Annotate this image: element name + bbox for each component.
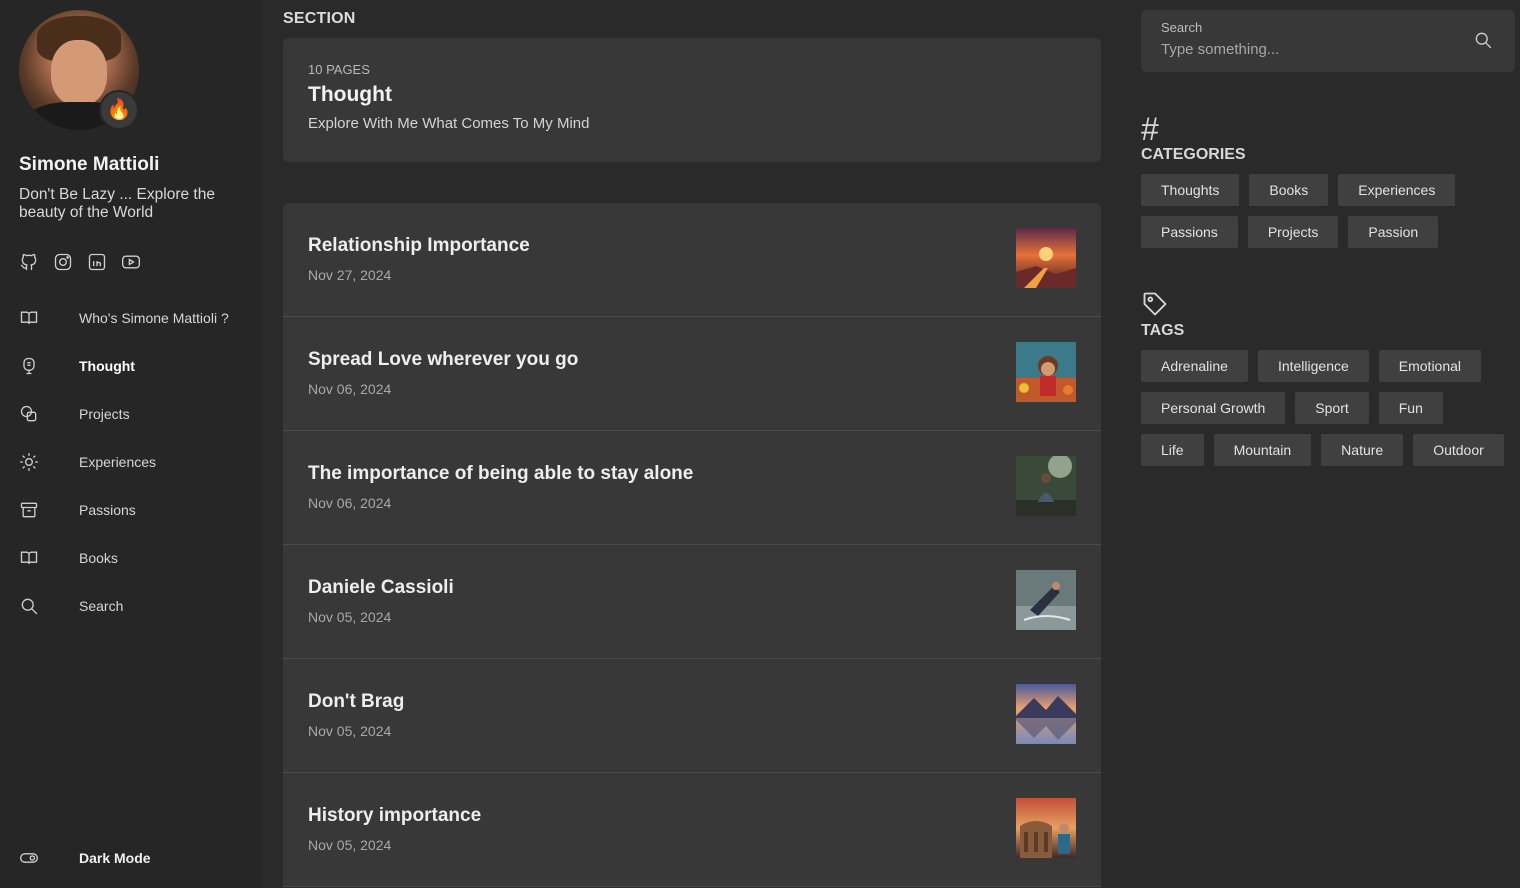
post-thumbnail[interactable]	[1016, 684, 1076, 744]
main-content: SECTION 10 PAGES Thought Explore With Me…	[283, 0, 1101, 888]
avatar-container: 🔥	[19, 10, 141, 132]
post-thumbnail[interactable]	[1016, 798, 1076, 858]
archive-icon	[19, 500, 39, 520]
right-panel: Search # CATEGORIES Thoughts Books Exper…	[1141, 10, 1515, 466]
post-date: Nov 05, 2024	[308, 723, 392, 739]
toggle-icon	[19, 848, 39, 868]
post-item[interactable]: The importance of being able to stay alo…	[283, 431, 1101, 545]
nav-item-label: Books	[79, 550, 118, 566]
tag-chip[interactable]: Nature	[1321, 434, 1404, 466]
categories-list: Thoughts Books Experiences Passions Proj…	[1141, 174, 1515, 248]
post-item[interactable]: Spread Love wherever you go Nov 06, 2024	[283, 317, 1101, 431]
post-title[interactable]: History importance	[308, 805, 1076, 827]
post-title[interactable]: Daniele Cassioli	[308, 577, 1076, 599]
youtube-icon[interactable]	[121, 252, 141, 272]
nav-item-label: Thought	[79, 358, 135, 374]
tag-chip[interactable]: Adrenaline	[1141, 350, 1248, 382]
category-chip[interactable]: Thoughts	[1141, 174, 1240, 206]
category-chip[interactable]: Experiences	[1338, 174, 1456, 206]
post-date: Nov 06, 2024	[308, 381, 392, 397]
shapes-icon	[19, 404, 39, 424]
nav-item-experiences[interactable]: Experiences	[19, 438, 243, 486]
section-header-card: 10 PAGES Thought Explore With Me What Co…	[283, 38, 1101, 162]
nav-item-whos-simone[interactable]: Who's Simone Mattioli ?	[19, 294, 243, 342]
brain-icon	[19, 356, 39, 376]
nav-item-passions[interactable]: Passions	[19, 486, 243, 534]
tag-chip[interactable]: Outdoor	[1413, 434, 1504, 466]
profile-name[interactable]: Simone Mattioli	[19, 154, 243, 176]
post-thumbnail[interactable]	[1016, 228, 1076, 288]
tag-chip[interactable]: Fun	[1378, 392, 1443, 424]
page-title: Thought	[308, 83, 392, 106]
search-label: Search	[1161, 20, 1203, 35]
nav-item-projects[interactable]: Projects	[19, 390, 243, 438]
post-list: Relationship Importance Nov 27, 2024 Spr…	[283, 203, 1101, 887]
tag-chip[interactable]: Life	[1141, 434, 1204, 466]
profile-tagline: Don't Be Lazy ... Explore the beauty of …	[19, 186, 215, 221]
search-icon[interactable]	[1473, 30, 1493, 50]
post-item[interactable]: History importance Nov 05, 2024	[283, 773, 1101, 887]
tag-chip[interactable]: Personal Growth	[1141, 392, 1286, 424]
post-title[interactable]: Don't Brag	[308, 691, 1076, 713]
post-thumbnail[interactable]	[1016, 570, 1076, 630]
post-title[interactable]: Spread Love wherever you go	[308, 349, 1076, 371]
post-thumbnail[interactable]	[1016, 456, 1076, 516]
tag-icon	[1141, 290, 1515, 320]
post-date: Nov 06, 2024	[308, 495, 392, 511]
nav-item-thought[interactable]: Thought	[19, 342, 243, 390]
tag-chip[interactable]: Emotional	[1378, 350, 1482, 382]
book-open-icon	[19, 308, 39, 328]
linkedin-icon[interactable]	[87, 252, 107, 272]
github-icon[interactable]	[19, 252, 39, 272]
tag-chip[interactable]: Mountain	[1213, 434, 1312, 466]
post-item[interactable]: Daniele Cassioli Nov 05, 2024	[283, 545, 1101, 659]
category-chip[interactable]: Passions	[1141, 216, 1238, 248]
page-count: 10 PAGES	[308, 62, 370, 77]
categories-header: # CATEGORIES	[1141, 111, 1515, 164]
hash-icon: #	[1141, 111, 1159, 147]
post-date: Nov 05, 2024	[308, 837, 392, 853]
category-chip[interactable]: Passion	[1348, 216, 1439, 248]
post-item[interactable]: Don't Brag Nov 05, 2024	[283, 659, 1101, 773]
tag-chip[interactable]: Sport	[1295, 392, 1369, 424]
lightbulb-icon	[19, 452, 39, 472]
dark-mode-toggle[interactable]: Dark Mode	[19, 838, 151, 878]
nav-item-books[interactable]: Books	[19, 534, 243, 582]
social-links	[19, 252, 243, 272]
tag-chip[interactable]: Intelligence	[1257, 350, 1369, 382]
post-item[interactable]: Relationship Importance Nov 27, 2024	[283, 203, 1101, 317]
tags-title: TAGS	[1141, 322, 1185, 339]
nav-item-label: Passions	[79, 502, 136, 518]
post-thumbnail[interactable]	[1016, 342, 1076, 402]
nav-item-search[interactable]: Search	[19, 582, 243, 630]
categories-title: CATEGORIES	[1141, 146, 1246, 163]
main-nav: Who's Simone Mattioli ? Thought Projects…	[19, 294, 243, 630]
post-title[interactable]: Relationship Importance	[308, 235, 1076, 257]
nav-item-label: Projects	[79, 406, 130, 422]
nav-item-label: Experiences	[79, 454, 157, 470]
page-subtitle: Explore With Me What Comes To My Mind	[308, 115, 590, 132]
tags-header: TAGS	[1141, 290, 1515, 340]
search-input[interactable]	[1161, 41, 1441, 58]
tags-list: Adrenaline Intelligence Emotional Person…	[1141, 350, 1515, 466]
dark-mode-label: Dark Mode	[79, 850, 151, 866]
search-box: Search	[1141, 10, 1515, 72]
search-icon	[19, 596, 39, 616]
section-label: SECTION	[283, 10, 356, 27]
book-icon	[19, 548, 39, 568]
nav-item-label: Who's Simone Mattioli ?	[79, 310, 229, 326]
instagram-icon[interactable]	[53, 252, 73, 272]
post-date: Nov 27, 2024	[308, 267, 392, 283]
category-chip[interactable]: Projects	[1247, 216, 1339, 248]
nav-item-label: Search	[79, 598, 124, 614]
post-title[interactable]: The importance of being able to stay alo…	[308, 463, 1076, 485]
fire-badge-icon: 🔥	[99, 90, 139, 130]
post-date: Nov 05, 2024	[308, 609, 392, 625]
category-chip[interactable]: Books	[1249, 174, 1329, 206]
sidebar: 🔥 Simone Mattioli Don't Be Lazy ... Expl…	[0, 0, 262, 888]
